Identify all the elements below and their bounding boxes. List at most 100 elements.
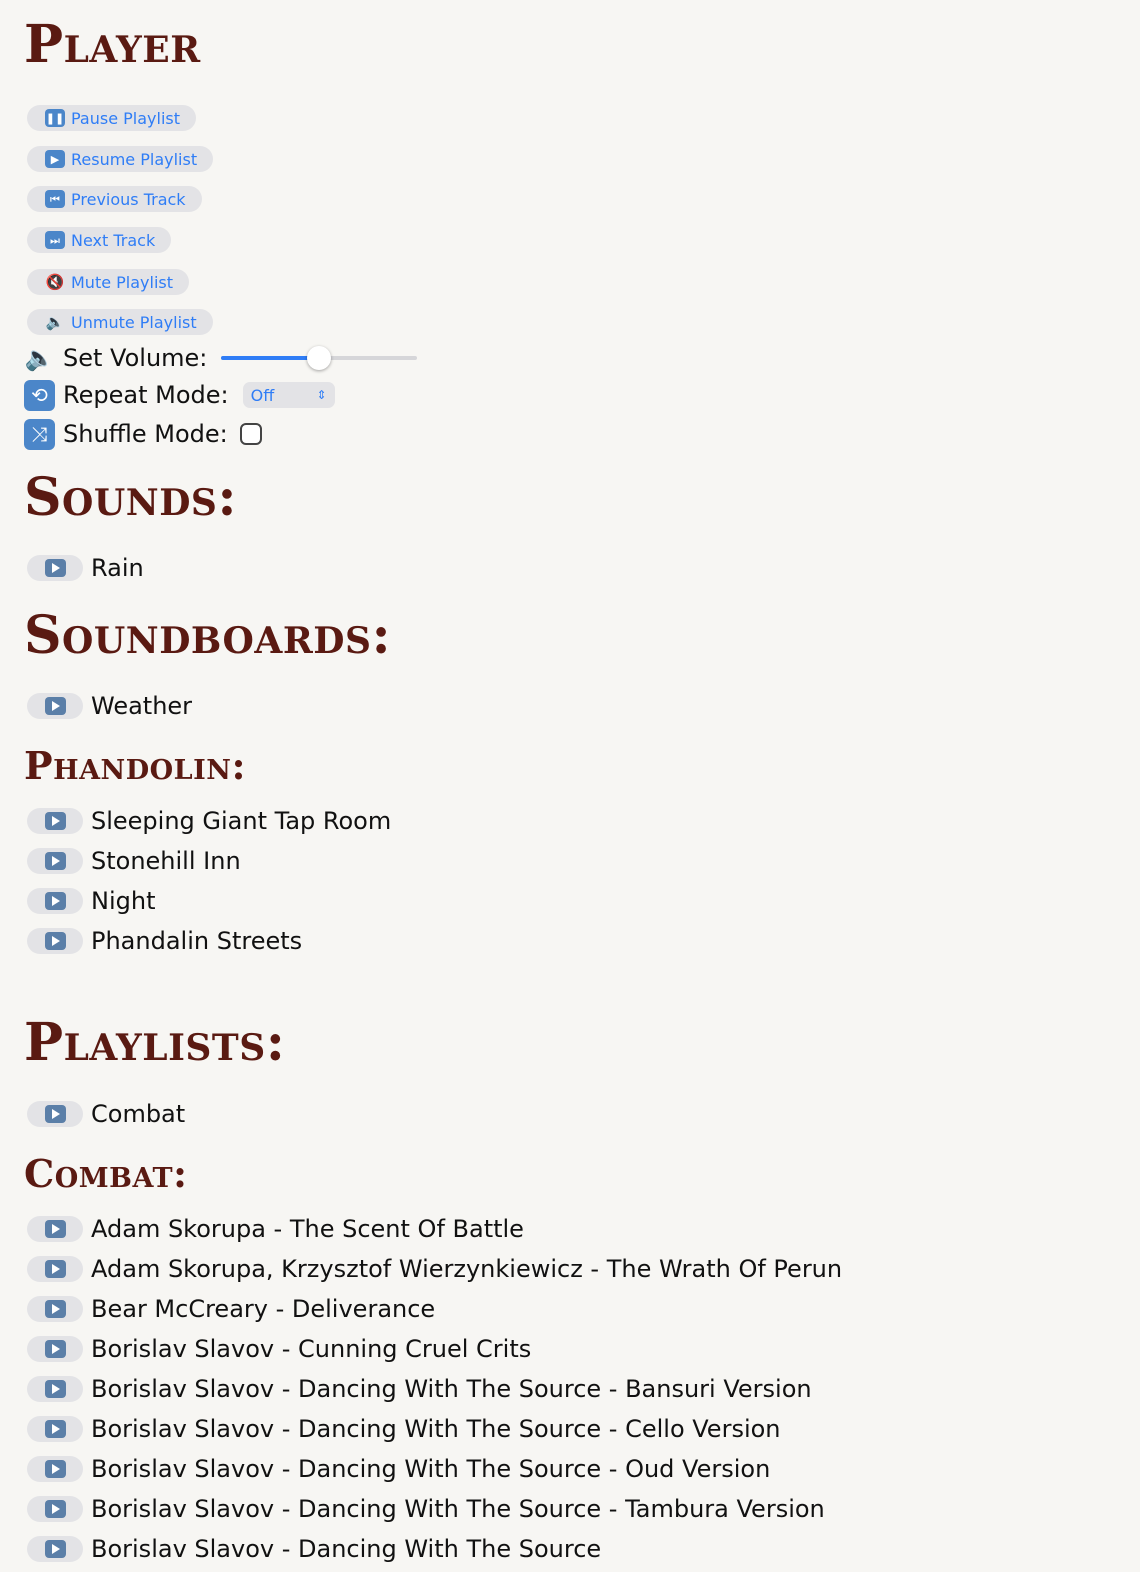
track-label: Bear McCreary - Deliverance — [91, 1295, 436, 1323]
play-icon — [44, 1420, 66, 1438]
play-button[interactable] — [27, 1496, 83, 1522]
previous-track-icon: ⏮ — [45, 190, 65, 208]
phandolin-item-label: Phandalin Streets — [91, 927, 303, 955]
play-icon — [44, 1380, 66, 1398]
player-heading: Player — [24, 14, 201, 75]
list-item: Borislav Slavov - Dancing With The Sourc… — [27, 1533, 601, 1565]
list-item: Adam Skorupa, Krzysztof Wierzynkiewicz -… — [27, 1253, 842, 1285]
play-button[interactable] — [27, 1296, 83, 1322]
play-icon — [44, 1540, 66, 1558]
phandolin-item-label: Night — [91, 887, 156, 915]
play-icon — [44, 932, 66, 950]
list-item: Night — [27, 885, 155, 917]
play-button[interactable] — [27, 928, 83, 954]
play-icon: ▶ — [45, 150, 65, 168]
list-item: Borislav Slavov - Dancing With The Sourc… — [27, 1453, 770, 1485]
repeat-icon: ⟲ — [24, 379, 55, 411]
next-track-button[interactable]: ⏭ Next Track — [27, 227, 172, 253]
volume-control: 🔈 Set Volume: — [24, 341, 418, 375]
track-label: Borislav Slavov - Cunning Cruel Crits — [91, 1335, 532, 1363]
speaker-icon: 🔈 — [24, 344, 55, 372]
play-button[interactable] — [27, 848, 83, 874]
pause-playlist-label: Pause Playlist — [71, 108, 181, 128]
play-icon — [44, 1220, 66, 1238]
shuffle-label: Shuffle Mode: — [63, 420, 228, 448]
play-button[interactable] — [27, 1336, 83, 1362]
play-icon — [44, 892, 66, 910]
mute-icon: 🔇 — [45, 272, 65, 291]
shuffle-control: ⤨ Shuffle Mode: — [24, 417, 262, 451]
track-label: Borislav Slavov - Dancing With The Sourc… — [91, 1455, 771, 1483]
track-label: Borislav Slavov - Dancing With The Sourc… — [91, 1495, 825, 1523]
chevron-updown-icon: ⇕ — [316, 388, 327, 402]
soundboard-page: Player ❚❚ Pause Playlist ▶ Resume Playli… — [0, 0, 1140, 1572]
list-item: Combat — [27, 1098, 185, 1130]
track-label: Adam Skorupa - The Scent Of Battle — [91, 1215, 524, 1243]
track-label: Borislav Slavov - Dancing With The Sourc… — [91, 1535, 602, 1563]
mute-playlist-button[interactable]: 🔇 Mute Playlist — [27, 269, 190, 295]
play-icon — [44, 1105, 66, 1123]
next-track-icon: ⏭ — [45, 231, 65, 249]
play-icon — [44, 1340, 66, 1358]
sounds-heading: Sounds: — [24, 467, 238, 528]
play-button[interactable] — [27, 888, 83, 914]
mute-playlist-label: Mute Playlist — [71, 272, 174, 292]
play-button[interactable] — [27, 693, 83, 719]
pause-icon: ❚❚ — [45, 109, 65, 127]
list-item: Borislav Slavov - Cunning Cruel Crits — [27, 1333, 531, 1365]
track-label: Borislav Slavov - Dancing With The Sourc… — [91, 1415, 781, 1443]
list-item: Borislav Slavov - Dancing With The Sourc… — [27, 1373, 812, 1405]
unmute-playlist-button[interactable]: 🔈 Unmute Playlist — [27, 309, 213, 335]
playlist-label: Combat — [91, 1100, 186, 1128]
play-icon — [44, 1500, 66, 1518]
play-button[interactable] — [27, 1376, 83, 1402]
repeat-control: ⟲ Repeat Mode: Off ⇕ — [24, 378, 335, 412]
combat-heading: Combat: — [24, 1151, 188, 1196]
shuffle-mode-checkbox[interactable] — [239, 423, 262, 445]
repeat-label: Repeat Mode: — [63, 381, 229, 409]
list-item: Rain — [27, 552, 144, 584]
play-icon — [44, 1260, 66, 1278]
play-button[interactable] — [27, 1416, 83, 1442]
repeat-mode-value: Off — [250, 385, 275, 405]
play-button[interactable] — [27, 555, 83, 581]
repeat-mode-select[interactable]: Off ⇕ — [242, 382, 335, 408]
list-item: Adam Skorupa - The Scent Of Battle — [27, 1213, 524, 1245]
list-item: Borislav Slavov - Dancing With The Sourc… — [27, 1413, 781, 1445]
play-button[interactable] — [27, 1456, 83, 1482]
volume-slider-fill — [221, 356, 320, 360]
phandolin-item-label: Stonehill Inn — [91, 847, 241, 875]
pause-playlist-button[interactable]: ❚❚ Pause Playlist — [27, 105, 197, 131]
play-button[interactable] — [27, 1101, 83, 1127]
volume-label: Set Volume: — [63, 344, 208, 372]
soundboard-label: Weather — [91, 692, 193, 720]
track-label: Adam Skorupa, Krzysztof Wierzynkiewicz -… — [91, 1255, 843, 1283]
resume-playlist-button[interactable]: ▶ Resume Playlist — [27, 146, 214, 172]
list-item: Stonehill Inn — [27, 845, 241, 877]
speaker-icon: 🔈 — [45, 312, 65, 331]
list-item: Weather — [27, 690, 192, 722]
play-icon — [44, 812, 66, 830]
play-icon — [44, 852, 66, 870]
play-button[interactable] — [27, 1536, 83, 1562]
phandolin-heading: Phandolin: — [24, 743, 246, 788]
play-icon — [44, 1460, 66, 1478]
list-item: Bear McCreary - Deliverance — [27, 1293, 435, 1325]
volume-slider-thumb[interactable] — [307, 346, 332, 370]
play-icon — [44, 1300, 66, 1318]
list-item: Borislav Slavov - Dancing With The Sourc… — [27, 1493, 825, 1525]
playlists-heading: Playlists: — [24, 1012, 286, 1073]
next-track-label: Next Track — [71, 230, 156, 250]
volume-slider[interactable] — [221, 346, 418, 370]
unmute-playlist-label: Unmute Playlist — [71, 312, 197, 332]
resume-playlist-label: Resume Playlist — [71, 149, 198, 169]
previous-track-button[interactable]: ⏮ Previous Track — [27, 186, 202, 212]
play-icon — [44, 559, 66, 577]
play-button[interactable] — [27, 1256, 83, 1282]
list-item: Phandalin Streets — [27, 925, 302, 957]
play-button[interactable] — [27, 808, 83, 834]
play-button[interactable] — [27, 1216, 83, 1242]
list-item: Sleeping Giant Tap Room — [27, 805, 391, 837]
play-icon — [44, 697, 66, 715]
soundboards-heading: Soundboards: — [24, 605, 392, 666]
